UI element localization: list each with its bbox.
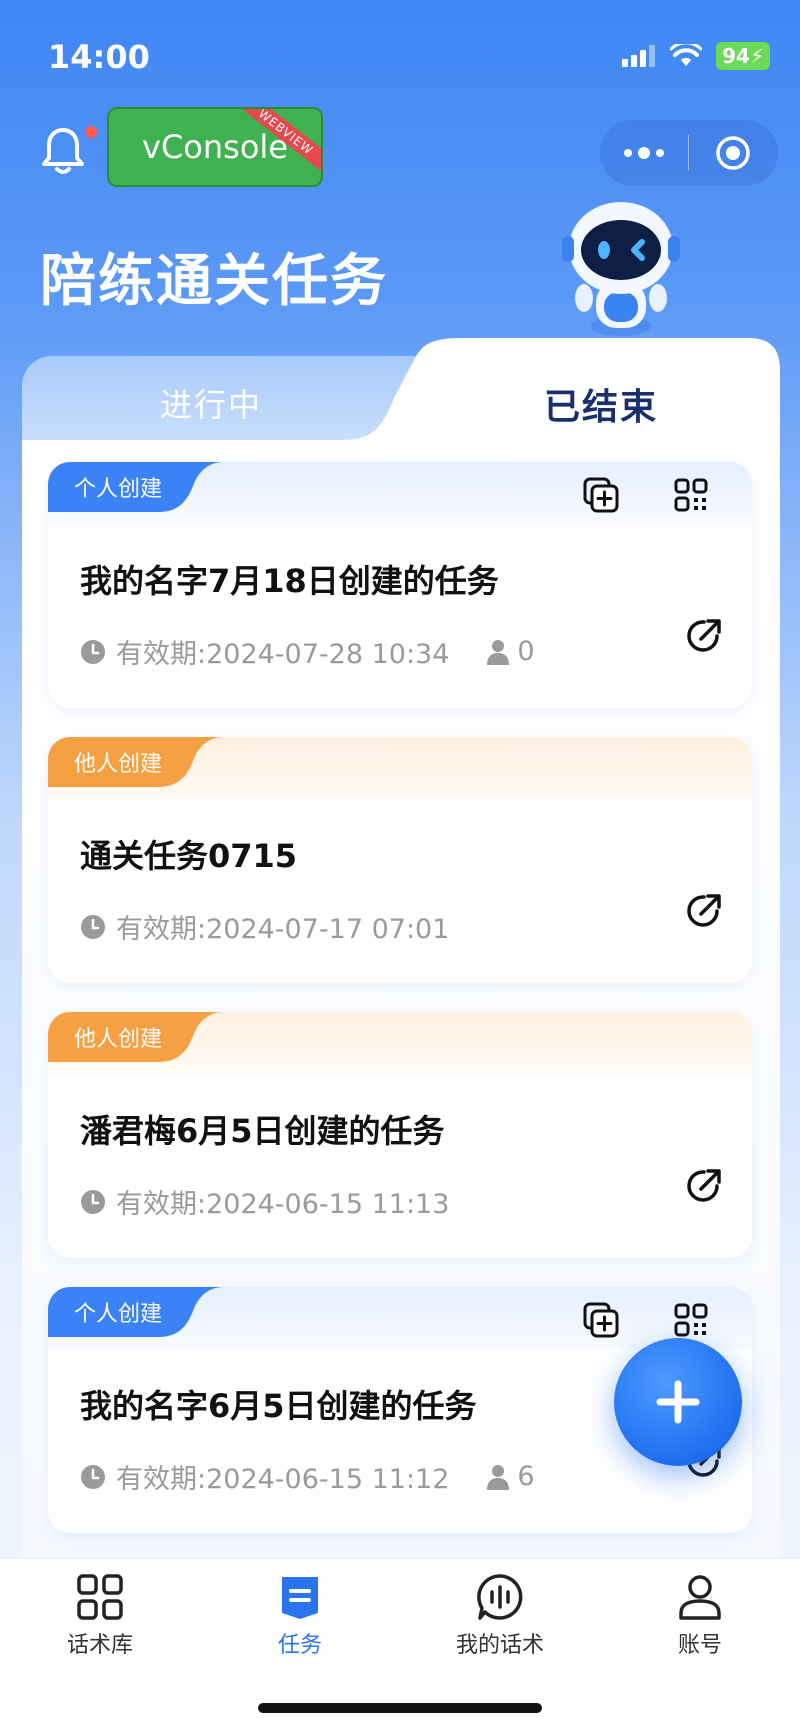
validity-text: 有效期:2024-06-15 11:13 bbox=[116, 1189, 450, 1220]
participant-number: 0 bbox=[517, 636, 535, 667]
wifi-icon bbox=[670, 44, 703, 66]
participant-count: 6 bbox=[487, 1461, 535, 1492]
tab-ended-label[interactable]: 已结束 bbox=[544, 378, 658, 430]
task-meta: 有效期:2024-06-15 11:13 bbox=[80, 1182, 449, 1221]
share-icon[interactable] bbox=[684, 891, 724, 931]
share-icon[interactable] bbox=[684, 1166, 724, 1206]
cellular-signal-icon bbox=[622, 45, 656, 67]
target-icon bbox=[716, 136, 750, 170]
add-task-button[interactable] bbox=[614, 1338, 742, 1466]
user-icon bbox=[679, 1575, 721, 1620]
tabbar-item-script-library[interactable]: 话术库 bbox=[20, 1573, 180, 1659]
task-card[interactable]: 个人创建 我的名字7月18日创建的任务 有效期:2024-07-28 10:34… bbox=[48, 462, 752, 708]
close-miniprogram-button[interactable] bbox=[689, 120, 777, 186]
vconsole-button[interactable]: vConsole WEBVIEW bbox=[107, 107, 323, 187]
grid-icon bbox=[77, 1574, 123, 1620]
clock-icon bbox=[81, 914, 105, 939]
task-title: 通关任务0715 bbox=[80, 837, 298, 875]
copy-add-icon[interactable] bbox=[582, 476, 620, 514]
task-meta: 有效期:2024-07-17 07:01 bbox=[80, 907, 449, 946]
clock-icon bbox=[81, 639, 105, 664]
tabbar-label: 话术库 bbox=[66, 1633, 133, 1658]
tabbar-item-account[interactable]: 账号 bbox=[620, 1573, 780, 1659]
tabbar-item-tasks[interactable]: 任务 bbox=[220, 1573, 380, 1659]
tag-personal: 个人创建 bbox=[48, 1287, 224, 1337]
tag-label: 他人创建 bbox=[74, 1027, 163, 1052]
home-indicator bbox=[258, 1703, 542, 1713]
tabbar-item-my-scripts[interactable]: 我的话术 bbox=[420, 1573, 580, 1659]
validity-text: 有效期:2024-07-28 10:34 bbox=[116, 639, 450, 670]
tabbar-label: 任务 bbox=[277, 1633, 322, 1658]
tag-others: 他人创建 bbox=[48, 1012, 224, 1062]
vconsole-label: vConsole bbox=[142, 128, 288, 166]
voice-bubble-icon bbox=[477, 1574, 523, 1620]
validity-text: 有效期:2024-06-15 11:12 bbox=[116, 1464, 450, 1495]
dot-icon bbox=[656, 149, 664, 157]
dot-icon bbox=[624, 149, 632, 157]
tabbar-label: 账号 bbox=[677, 1633, 722, 1658]
person-icon bbox=[487, 639, 510, 665]
task-meta: 有效期:2024-06-15 11:12 6 bbox=[80, 1457, 535, 1496]
tab-in-progress-label[interactable]: 进行中 bbox=[160, 380, 262, 426]
dot-icon bbox=[638, 147, 650, 159]
person-icon bbox=[487, 1464, 510, 1490]
qr-code-icon[interactable] bbox=[674, 1303, 708, 1337]
task-card[interactable]: 他人创建 潘君梅6月5日创建的任务 有效期:2024-06-15 11:13 bbox=[48, 1012, 752, 1258]
more-button[interactable] bbox=[600, 120, 688, 186]
share-icon[interactable] bbox=[684, 616, 724, 656]
copy-add-icon[interactable] bbox=[582, 1301, 620, 1339]
clock-icon bbox=[81, 1189, 105, 1214]
page-title: 陪练通关任务 bbox=[40, 249, 388, 314]
task-title: 潘君梅6月5日创建的任务 bbox=[80, 1112, 445, 1150]
participant-count: 0 bbox=[487, 636, 535, 667]
tag-personal: 个人创建 bbox=[48, 462, 224, 512]
battery-indicator: 94⚡ bbox=[716, 42, 770, 70]
tabbar-label: 我的话术 bbox=[455, 1633, 544, 1658]
plus-icon bbox=[656, 1380, 700, 1424]
status-time: 14:00 bbox=[48, 38, 150, 76]
participant-number: 6 bbox=[517, 1461, 535, 1492]
qr-code-icon[interactable] bbox=[674, 478, 708, 512]
task-title: 我的名字6月5日创建的任务 bbox=[80, 1387, 477, 1425]
tag-label: 个人创建 bbox=[74, 1302, 163, 1327]
tag-label: 他人创建 bbox=[74, 752, 163, 777]
status-icons: 94⚡ bbox=[622, 42, 770, 70]
clock-icon bbox=[81, 1464, 105, 1489]
task-icon bbox=[282, 1577, 318, 1619]
task-meta: 有效期:2024-07-28 10:34 0 bbox=[80, 632, 535, 671]
battery-level: 94 bbox=[722, 44, 750, 68]
task-title: 我的名字7月18日创建的任务 bbox=[80, 562, 499, 600]
task-card[interactable]: 他人创建 通关任务0715 有效期:2024-07-17 07:01 bbox=[48, 737, 752, 983]
notification-dot bbox=[85, 126, 97, 138]
validity-text: 有效期:2024-07-17 07:01 bbox=[116, 914, 450, 945]
robot-mascot-icon bbox=[562, 202, 680, 336]
miniprogram-capsule bbox=[600, 120, 778, 186]
tag-others: 他人创建 bbox=[48, 737, 224, 787]
tag-label: 个人创建 bbox=[74, 477, 163, 502]
notification-bell-icon[interactable] bbox=[40, 126, 86, 176]
